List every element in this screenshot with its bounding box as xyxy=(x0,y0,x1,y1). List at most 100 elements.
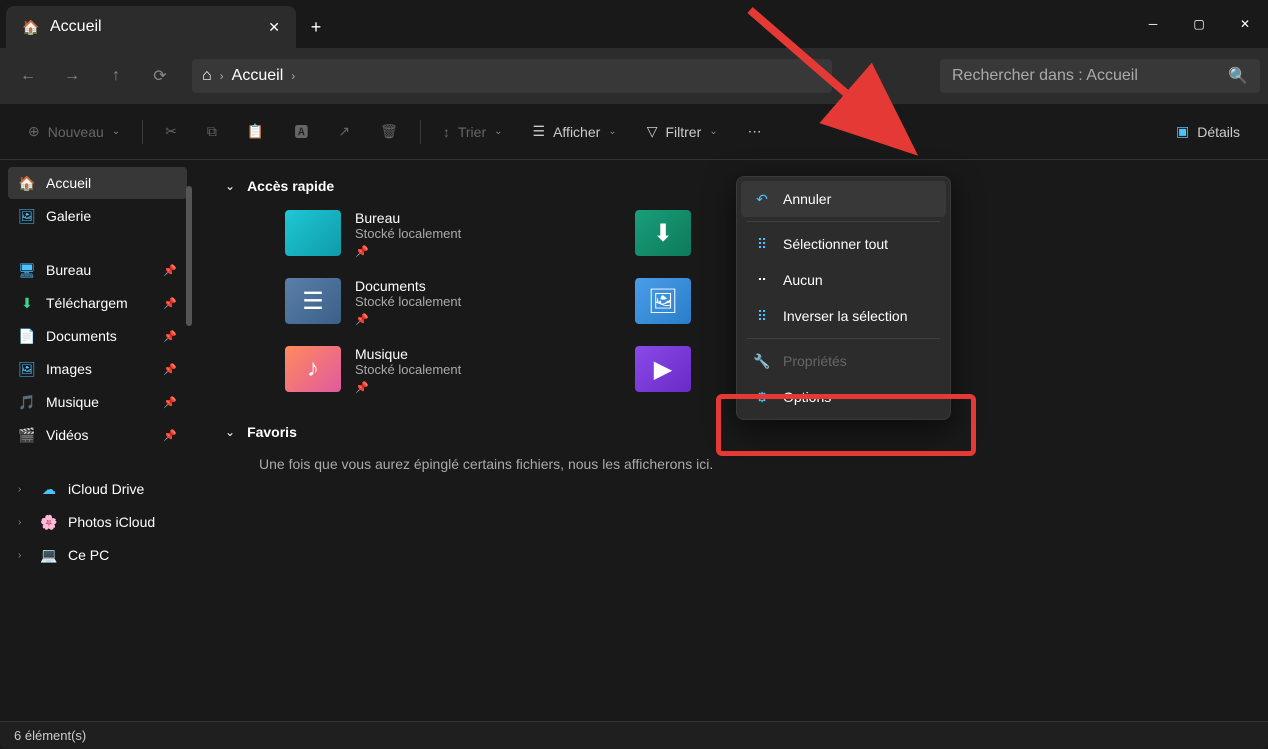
new-tab-button[interactable]: + xyxy=(296,6,336,48)
ctx-invert-selection[interactable]: ⠿ Inverser la sélection xyxy=(741,298,946,334)
search-placeholder: Rechercher dans : Accueil xyxy=(952,67,1138,85)
ctx-label: Propriétés xyxy=(783,353,847,369)
sidebar-item-telechargements[interactable]: ⬇ Téléchargem 📌 xyxy=(8,287,187,319)
folder-icon: ⬇ xyxy=(635,210,691,256)
sidebar-item-label: Téléchargem xyxy=(46,295,128,311)
folder-item-documents[interactable]: ☰ Documents Stocké localement 📌 xyxy=(285,278,595,326)
sidebar-item-label: Vidéos xyxy=(46,427,89,443)
ctx-label: Aucun xyxy=(783,272,823,288)
pin-icon: 📌 xyxy=(355,313,461,326)
trash-icon: 🗑 xyxy=(380,123,398,140)
ctx-select-none[interactable]: ⠒ Aucun xyxy=(741,262,946,298)
ctx-select-all[interactable]: ⠿ Sélectionner tout xyxy=(741,226,946,262)
view-label: Afficher xyxy=(553,124,600,140)
select-none-icon: ⠒ xyxy=(753,271,771,289)
folder-icon: ☰ xyxy=(285,278,341,324)
maximize-button[interactable]: ▢ xyxy=(1176,0,1222,48)
sidebar-item-bureau[interactable]: 🖥 Bureau 📌 xyxy=(8,254,187,286)
search-input[interactable]: Rechercher dans : Accueil 🔍 xyxy=(940,59,1260,93)
filter-button[interactable]: ▽ Filtrer ⌄ xyxy=(639,117,726,146)
sidebar-item-icloud-drive[interactable]: › ☁ iCloud Drive xyxy=(8,473,187,505)
clipboard-icon: 📋 xyxy=(247,123,264,140)
sidebar-item-accueil[interactable]: 🏠 Accueil xyxy=(8,167,187,199)
folder-location: Stocké localement xyxy=(355,294,461,309)
status-count: 6 élément(s) xyxy=(14,728,86,743)
address-bar[interactable]: ⌂ › Accueil › xyxy=(192,59,832,93)
new-button[interactable]: ⊕ Nouveau ⌄ xyxy=(20,117,128,146)
section-favoris[interactable]: ⌄ Favoris xyxy=(225,424,1238,440)
sidebar-item-videos[interactable]: 🎬 Vidéos 📌 xyxy=(8,419,187,451)
rename-button[interactable]: 🅰 xyxy=(286,116,316,148)
music-icon: 🎵 xyxy=(18,393,36,411)
sidebar-item-photos-icloud[interactable]: › 🌸 Photos iCloud xyxy=(8,506,187,538)
select-all-icon: ⠿ xyxy=(753,235,771,253)
menu-separator xyxy=(747,221,940,222)
folder-name: Musique xyxy=(355,346,461,362)
sidebar-item-images[interactable]: 🖼 Images 📌 xyxy=(8,353,187,385)
window-controls: ─ ▢ ✕ xyxy=(1130,0,1268,48)
chevron-right-icon[interactable]: › xyxy=(18,550,30,561)
sort-icon: ↕ xyxy=(443,124,450,140)
ctx-label: Options xyxy=(783,389,831,405)
sort-button[interactable]: ↕ Trier ⌄ xyxy=(435,118,511,146)
sidebar-item-label: Galerie xyxy=(46,208,91,224)
cut-button[interactable]: ✂ xyxy=(157,117,185,146)
forward-button[interactable]: → xyxy=(52,56,92,96)
home-icon: 🏠 xyxy=(22,18,40,36)
wrench-icon: 🔧 xyxy=(753,352,771,370)
separator xyxy=(420,120,421,144)
paste-button[interactable]: 📋 xyxy=(239,117,272,146)
ctx-options[interactable]: ⚙ Options xyxy=(741,379,946,415)
copy-button[interactable]: ⧉ xyxy=(199,117,225,146)
chevron-right-icon: › xyxy=(220,69,224,83)
chevron-right-icon[interactable]: › xyxy=(18,484,30,495)
folder-item-musique[interactable]: ♪ Musique Stocké localement 📌 xyxy=(285,346,595,394)
copy-icon: ⧉ xyxy=(207,123,217,140)
delete-button[interactable]: 🗑 xyxy=(372,117,406,146)
tab-label: Accueil xyxy=(50,18,102,36)
cloud-icon: ☁ xyxy=(40,480,58,498)
folder-location: Stocké localement xyxy=(355,226,461,241)
sidebar-item-galerie[interactable]: 🖼 Galerie xyxy=(8,200,187,232)
scrollbar-thumb[interactable] xyxy=(186,186,192,326)
refresh-button[interactable]: ⟳ xyxy=(140,56,180,96)
details-button[interactable]: ▣ Détails xyxy=(1168,117,1248,146)
section-quick-access[interactable]: ⌄ Accès rapide xyxy=(225,178,1238,194)
close-tab-icon[interactable]: ✕ xyxy=(268,19,280,36)
view-button[interactable]: ☰ Afficher ⌄ xyxy=(525,117,625,146)
photos-icon: 🌸 xyxy=(40,513,58,531)
breadcrumb[interactable]: Accueil xyxy=(232,67,284,85)
sidebar-item-label: Documents xyxy=(46,328,117,344)
pin-icon: 📌 xyxy=(163,297,177,310)
search-icon: 🔍 xyxy=(1228,66,1248,86)
share-button[interactable]: ↗ xyxy=(330,117,358,146)
chevron-right-icon[interactable]: › xyxy=(18,517,30,528)
folder-item-bureau[interactable]: Bureau Stocké localement 📌 xyxy=(285,210,595,258)
home-icon: 🏠 xyxy=(18,174,36,192)
ctx-undo[interactable]: ↶ Annuler xyxy=(741,181,946,217)
ctx-label: Sélectionner tout xyxy=(783,236,888,252)
chevron-down-icon: ⌄ xyxy=(494,126,502,137)
plus-icon: + xyxy=(311,17,322,38)
more-button[interactable]: ⋯ xyxy=(740,117,770,146)
section-title: Favoris xyxy=(247,424,297,440)
minimize-button[interactable]: ─ xyxy=(1130,0,1176,48)
pc-icon: 💻 xyxy=(40,546,58,564)
pin-icon: 📌 xyxy=(163,264,177,277)
pin-icon: 📌 xyxy=(163,363,177,376)
filter-label: Filtrer xyxy=(665,124,701,140)
sidebar-item-musique[interactable]: 🎵 Musique 📌 xyxy=(8,386,187,418)
separator xyxy=(142,120,143,144)
scissors-icon: ✂ xyxy=(165,123,177,140)
back-button[interactable]: ← xyxy=(8,56,48,96)
up-button[interactable]: ↑ xyxy=(96,56,136,96)
sidebar-item-ce-pc[interactable]: › 💻 Ce PC xyxy=(8,539,187,571)
content-area: ⌄ Accès rapide Bureau Stocké localement … xyxy=(195,160,1268,721)
ctx-properties: 🔧 Propriétés xyxy=(741,343,946,379)
sidebar-item-label: Ce PC xyxy=(68,547,109,563)
sidebar-item-documents[interactable]: 📄 Documents 📌 xyxy=(8,320,187,352)
toolbar: ⊕ Nouveau ⌄ ✂ ⧉ 📋 🅰 ↗ 🗑 ↕ Trier ⌄ ☰ Affi… xyxy=(0,104,1268,160)
tab-accueil[interactable]: 🏠 Accueil ✕ xyxy=(6,6,296,48)
close-window-button[interactable]: ✕ xyxy=(1222,0,1268,48)
sidebar-item-label: iCloud Drive xyxy=(68,481,144,497)
